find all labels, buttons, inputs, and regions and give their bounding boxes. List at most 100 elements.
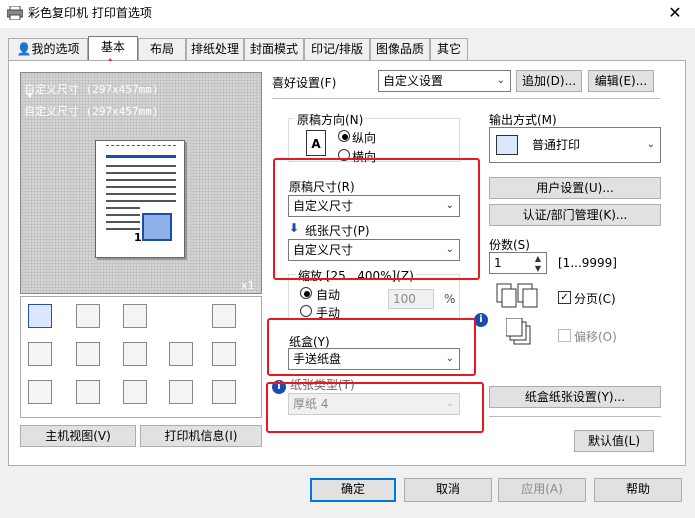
title-bar: 彩色复印机 打印首选项 ✕ bbox=[0, 0, 695, 28]
preview-copy-count: x1 bbox=[241, 279, 255, 292]
tray-paper-settings-button[interactable]: 纸盒纸张设置(Y)... bbox=[489, 386, 661, 408]
preview-page: 1 bbox=[95, 140, 185, 258]
preview-arrow-glyph: ▼ bbox=[27, 91, 33, 101]
zoom-manual-radio[interactable] bbox=[300, 305, 312, 317]
print-output-icon bbox=[496, 135, 518, 155]
copies-value: 1 bbox=[494, 256, 502, 270]
output-method-select[interactable]: 普通打印 ⌄ bbox=[489, 127, 661, 163]
window-title: 彩色复印机 打印首选项 bbox=[28, 6, 152, 20]
page-line bbox=[106, 214, 140, 216]
zoom-value: 100 bbox=[393, 292, 416, 306]
tray-icon[interactable] bbox=[76, 304, 100, 328]
favorites-divider bbox=[272, 98, 660, 99]
spinner-arrows-icon[interactable]: ▲ ▼ bbox=[535, 254, 541, 274]
page-margin-line bbox=[106, 145, 176, 146]
user-settings-button[interactable]: 用户设置(U)... bbox=[489, 177, 661, 199]
offset-label: 偏移(O) bbox=[574, 330, 617, 344]
tab-label: 图像品质 bbox=[375, 42, 424, 56]
stack-icon[interactable] bbox=[28, 342, 52, 366]
copies-input[interactable]: 1 ▲ ▼ bbox=[489, 252, 547, 274]
favorites-value: 自定义设置 bbox=[383, 74, 444, 88]
page-line bbox=[106, 165, 176, 167]
printer-icon bbox=[6, 5, 24, 21]
highlight-size-settings bbox=[273, 158, 480, 280]
tab-other[interactable]: 其它 bbox=[430, 38, 468, 60]
portrait-radio[interactable] bbox=[338, 130, 350, 142]
page-number: 1 bbox=[134, 231, 142, 244]
tab-layout[interactable]: 布局 bbox=[138, 38, 186, 60]
add-favorite-button[interactable]: 追加(D)... bbox=[516, 70, 582, 92]
paper-list-icon[interactable] bbox=[212, 380, 236, 404]
tab-label: 印记/排版 bbox=[310, 42, 364, 56]
tab-my-options[interactable]: 👤我的选项 bbox=[8, 38, 88, 60]
number-stamp-icon[interactable] bbox=[169, 380, 193, 404]
page-line bbox=[106, 186, 176, 188]
text-icon[interactable] bbox=[123, 342, 147, 366]
favorites-select[interactable]: 自定义设置 ⌄ bbox=[378, 70, 511, 92]
account-icon[interactable] bbox=[123, 380, 147, 404]
page-line bbox=[106, 155, 176, 158]
copy-icon[interactable] bbox=[123, 304, 147, 328]
chevron-down-icon: ⌄ bbox=[646, 139, 655, 150]
page-line bbox=[106, 228, 140, 230]
copies-range: [1...9999] bbox=[558, 256, 617, 270]
tab-cover-mode[interactable]: 封面模式 bbox=[244, 38, 304, 60]
tab-stamp-composition[interactable]: 印记/排版 bbox=[304, 38, 370, 60]
staple-icon[interactable] bbox=[212, 304, 236, 328]
chart-document-icon[interactable] bbox=[28, 380, 52, 404]
help-button[interactable]: 帮助 bbox=[594, 478, 682, 502]
tab-label: 基本 bbox=[100, 40, 125, 54]
page-line bbox=[106, 172, 176, 174]
info-icon[interactable]: i bbox=[474, 313, 488, 327]
page-line bbox=[106, 193, 176, 195]
page-line bbox=[106, 207, 140, 209]
output-document-icon[interactable] bbox=[28, 304, 52, 328]
tab-label: 布局 bbox=[149, 42, 174, 56]
favorites-label: 喜好设置(F) bbox=[272, 76, 337, 90]
cancel-button[interactable]: 取消 bbox=[404, 478, 492, 502]
chevron-down-icon: ⌄ bbox=[496, 75, 505, 86]
tab-label: 排纸处理 bbox=[190, 42, 239, 56]
highlight-tray bbox=[267, 318, 476, 376]
user-icon: 👤 bbox=[16, 42, 32, 56]
orientation-label: 原稿方向(N) bbox=[295, 111, 366, 128]
copies-label: 份数(S) bbox=[489, 238, 530, 252]
ok-button[interactable]: 确定 bbox=[310, 478, 396, 502]
apply-button[interactable]: 应用(A) bbox=[498, 478, 586, 502]
output-method-label: 输出方式(M) bbox=[489, 113, 557, 127]
printer-info-button[interactable]: 打印机信息(I) bbox=[140, 425, 262, 447]
page-line bbox=[106, 179, 176, 181]
page-image-block bbox=[142, 213, 172, 241]
collate-pages-icon bbox=[496, 282, 540, 310]
preview-size-line2: 自定义尺寸 (297x457mm) bbox=[24, 105, 159, 118]
host-view-button[interactable]: 主机视图(V) bbox=[20, 425, 136, 447]
tab-label: 其它 bbox=[436, 42, 461, 56]
output-method-value: 普通打印 bbox=[532, 138, 581, 152]
zoom-auto-radio[interactable] bbox=[300, 287, 312, 299]
image-quality-icon[interactable] bbox=[169, 342, 193, 366]
defaults-button[interactable]: 默认值(L) bbox=[574, 430, 654, 452]
preview-size-line1: 自定义尺寸 (297x457mm) bbox=[24, 83, 159, 96]
page-line bbox=[106, 221, 140, 223]
cover-icon[interactable] bbox=[212, 342, 236, 366]
edit-favorite-button[interactable]: 编辑(E)... bbox=[588, 70, 654, 92]
right-divider bbox=[489, 416, 661, 417]
tab-image-quality[interactable]: 图像品质 bbox=[370, 38, 430, 60]
zoom-unit: % bbox=[444, 292, 456, 306]
close-icon[interactable]: ✕ bbox=[660, 2, 690, 24]
zoom-auto-label: 自动 bbox=[316, 288, 341, 302]
portrait-a-icon: A bbox=[306, 130, 326, 156]
zoom-value-input[interactable]: 100 bbox=[388, 289, 434, 309]
collate-checkbox[interactable]: ✓ bbox=[558, 291, 571, 304]
page-line bbox=[106, 200, 176, 202]
offset-stack-icon bbox=[505, 317, 532, 346]
highlight-paper-type bbox=[266, 382, 484, 433]
auth-account-button[interactable]: 认证/部门管理(K)... bbox=[489, 204, 661, 226]
tab-label: 封面模式 bbox=[249, 42, 298, 56]
booklet-icon[interactable] bbox=[76, 342, 100, 366]
tab-label: 我的选项 bbox=[31, 42, 80, 56]
user-document-icon[interactable] bbox=[76, 380, 100, 404]
offset-checkbox[interactable] bbox=[558, 329, 571, 342]
collate-label: 分页(C) bbox=[574, 292, 616, 306]
tab-output-handling[interactable]: 排纸处理 bbox=[186, 38, 244, 60]
